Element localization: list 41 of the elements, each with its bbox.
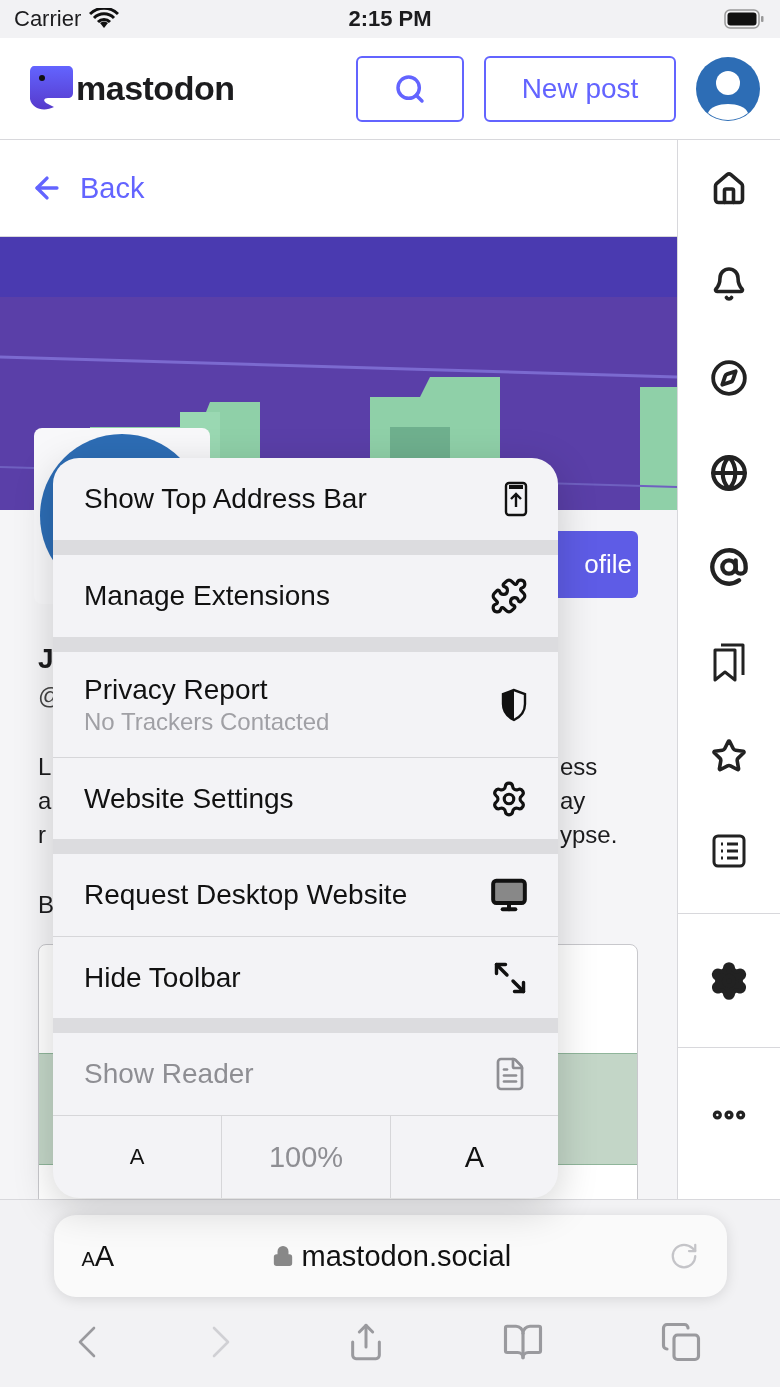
url-text: mastodon.social <box>301 1239 512 1273</box>
list-icon[interactable] <box>712 833 746 868</box>
zoom-in-button[interactable]: A <box>389 1116 558 1198</box>
avatar-icon[interactable] <box>696 56 760 121</box>
bell-icon[interactable] <box>711 265 747 302</box>
battery-icon <box>724 9 764 29</box>
bio-text: r <box>38 820 46 850</box>
at-sign-icon[interactable] <box>709 547 749 588</box>
tabs-icon <box>660 1321 702 1363</box>
monitor-icon <box>490 876 528 914</box>
compass-icon[interactable] <box>710 359 748 398</box>
puzzle-icon <box>490 577 528 615</box>
wifi-icon <box>89 8 120 30</box>
new-post-button[interactable]: New post <box>484 55 676 122</box>
globe-icon[interactable] <box>710 453 748 492</box>
bio-text: L <box>38 752 52 782</box>
search-icon <box>394 72 426 105</box>
menu-item[interactable]: Request Desktop Website <box>53 854 558 936</box>
bookmarks-icon[interactable] <box>711 641 747 682</box>
logo-text: mastodon <box>76 69 235 108</box>
chevron-right-icon <box>212 1326 230 1358</box>
carrier-label: Carrier <box>14 6 82 32</box>
address-bar[interactable]: AA mastodon.social <box>53 1215 727 1297</box>
bio-text: ay <box>560 786 586 816</box>
bio-text: ypse. <box>560 820 618 850</box>
bio-text: ess <box>560 752 598 782</box>
menu-item[interactable]: Privacy Report No Trackers Contacted <box>53 652 558 757</box>
display-name: J <box>38 642 54 676</box>
shield-icon <box>500 687 528 722</box>
zoom-reading: 100% <box>221 1116 390 1198</box>
lock-icon <box>271 1245 294 1267</box>
search-button[interactable] <box>356 55 464 122</box>
bio-text: a <box>38 786 52 816</box>
bio-text: B <box>38 890 54 920</box>
settings-icon[interactable] <box>709 960 749 1001</box>
settings-icon <box>490 779 528 818</box>
zoom-out-button[interactable]: A <box>53 1116 222 1198</box>
back-link[interactable]: Back <box>30 171 145 205</box>
chevron-left-icon <box>78 1326 96 1358</box>
clock-time: 2:15 PM <box>348 6 432 32</box>
text-size-button[interactable]: AA <box>81 1239 115 1273</box>
